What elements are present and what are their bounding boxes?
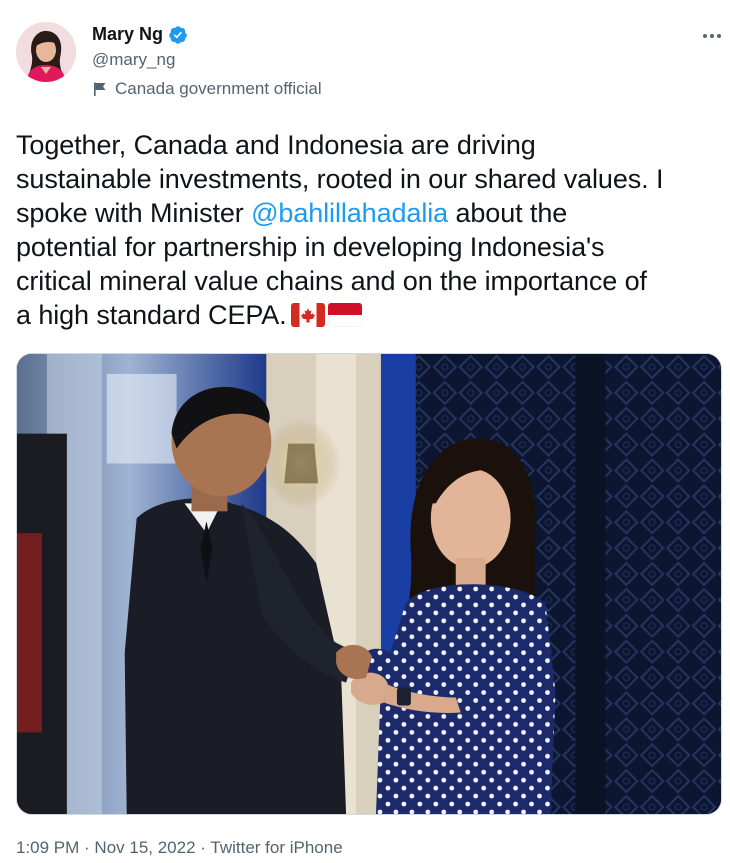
tweet-text-line: potential for partnership in developing … xyxy=(16,232,605,262)
display-name[interactable]: Mary Ng xyxy=(92,24,163,45)
tweet-photo[interactable] xyxy=(16,353,722,815)
meta-separator: · xyxy=(195,838,211,857)
tweet-text-line: a high standard CEPA. xyxy=(16,298,716,332)
name-row: Mary Ng xyxy=(92,24,188,45)
tweet-card: Mary Ng @mary_ng Canada government offic… xyxy=(0,0,730,863)
tweet-text: Together, Canada and Indonesia are drivi… xyxy=(16,128,716,332)
user-handle[interactable]: @mary_ng xyxy=(92,50,175,70)
photo-content xyxy=(17,354,721,814)
tweet-text-line: critical mineral value chains and on the… xyxy=(16,266,647,296)
flag-icon xyxy=(94,82,106,96)
tweet-text-line: Together, Canada and Indonesia are drivi… xyxy=(16,130,536,160)
avatar-photo xyxy=(16,22,76,82)
meta-separator: · xyxy=(79,838,95,857)
tweet-text-line: spoke with Minister @bahlillahadalia abo… xyxy=(16,198,568,228)
canada-flag-icon xyxy=(290,303,325,327)
mention-link[interactable]: @bahlillahadalia xyxy=(251,198,448,228)
avatar[interactable] xyxy=(16,22,76,82)
indonesia-flag-icon xyxy=(327,303,362,327)
tweet-metadata: 1:09 PM · Nov 15, 2022 · Twitter for iPh… xyxy=(16,838,343,858)
tweet-time[interactable]: 1:09 PM xyxy=(16,838,79,857)
verified-badge-icon xyxy=(169,25,187,44)
tweet-source[interactable]: Twitter for iPhone xyxy=(210,838,342,857)
tweet-date[interactable]: Nov 15, 2022 xyxy=(94,838,195,857)
government-label: Canada government official xyxy=(92,79,322,99)
government-label-text: Canada government official xyxy=(115,79,322,98)
tweet-text-line: sustainable investments, rooted in our s… xyxy=(16,164,664,194)
more-options-button[interactable] xyxy=(698,26,726,46)
more-horizontal-icon xyxy=(703,34,707,38)
flag-emojis xyxy=(290,303,362,327)
